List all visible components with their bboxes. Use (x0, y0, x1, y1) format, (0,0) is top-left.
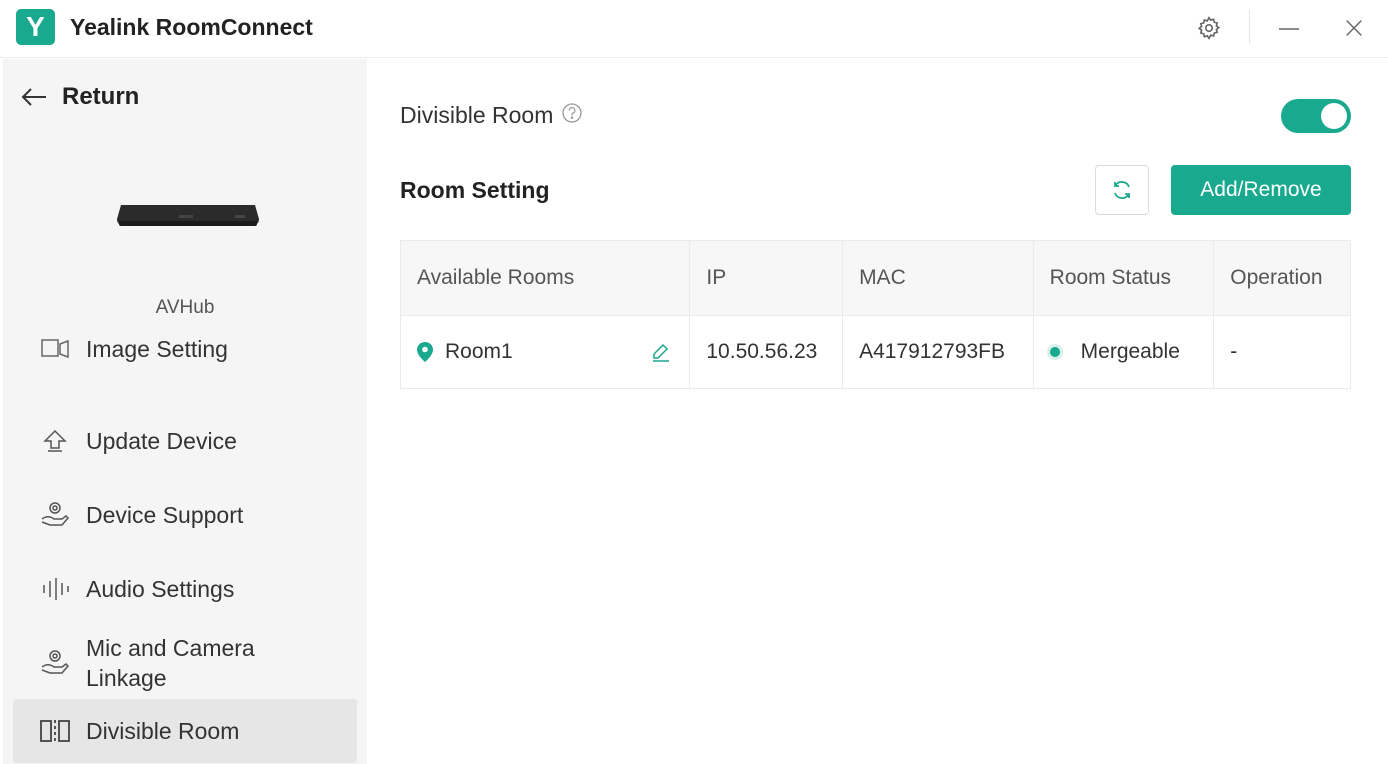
sidebar-item-label: Divisible Room (86, 718, 240, 744)
title-bar-divider (1249, 10, 1250, 44)
sidebar-item-label: Audio Settings (86, 576, 235, 602)
column-header: MAC (843, 241, 1034, 315)
settings-button[interactable] (1192, 12, 1226, 44)
refresh-button[interactable] (1095, 165, 1149, 215)
help-icon[interactable] (561, 102, 583, 129)
minimize-icon (1279, 28, 1299, 30)
location-pin-icon (417, 342, 433, 362)
column-header: Room Status (1034, 241, 1215, 315)
audio-icon (33, 576, 77, 602)
sidebar-item-label: Image Setting (86, 338, 228, 362)
status-dot (1049, 347, 1060, 357)
minimize-button[interactable] (1272, 12, 1306, 44)
toggle-knob (1321, 103, 1347, 129)
operation-cell: - (1230, 340, 1238, 363)
arrow-left-icon (21, 88, 46, 106)
update-icon (33, 428, 77, 454)
gear-icon (1197, 16, 1221, 40)
mac-cell: A417912793FB (843, 316, 1034, 388)
sidebar-item-audio-settings[interactable]: Audio Settings (13, 569, 357, 609)
sidebar-item-mic-camera-linkage[interactable]: Mic and Camera Linkage (13, 631, 357, 695)
sidebar-item-update-device[interactable]: Update Device (13, 421, 357, 461)
status-text: Mergeable (1080, 340, 1180, 363)
sidebar-item-divisible-room[interactable]: Divisible Room (13, 699, 357, 763)
close-icon (1346, 20, 1362, 36)
status-cell: Mergeable (1034, 316, 1215, 388)
sidebar-item-label: Device Support (86, 502, 244, 528)
ip-cell: 10.50.56.23 (690, 316, 844, 388)
room-setting-title: Room Setting (400, 177, 550, 203)
table-header: Available Rooms IP MAC Room Status Opera… (401, 241, 1350, 315)
column-header: Operation (1230, 266, 1323, 289)
return-button[interactable]: Return (20, 83, 139, 111)
device-image (117, 205, 259, 226)
sidebar-item-label: Update Device (86, 428, 237, 454)
divisible-room-label: Divisible Room (400, 102, 554, 128)
divisible-room-icon (33, 717, 77, 745)
support-icon (33, 501, 77, 529)
rooms-table: Available Rooms IP MAC Room Status Opera… (400, 240, 1351, 389)
room-name: Room1 (445, 340, 513, 363)
refresh-icon (1114, 181, 1130, 199)
app-logo: Y (16, 9, 55, 45)
app-title: Yealink RoomConnect (70, 14, 313, 40)
return-label: Return (62, 83, 140, 110)
add-remove-button[interactable]: Add/Remove (1171, 165, 1351, 215)
sidebar-item-image-setting-clip: Image Setting (3, 338, 367, 380)
column-header: IP (690, 241, 844, 315)
image-setting-icon (33, 338, 77, 360)
column-header: Available Rooms (401, 241, 691, 315)
device-name: AVHub (155, 297, 215, 318)
edit-icon[interactable] (651, 342, 671, 362)
title-bar: Y Yealink RoomConnect (0, 0, 1388, 58)
mic-camera-icon (33, 649, 77, 677)
divisible-room-toggle[interactable] (1281, 99, 1351, 133)
divisible-room-row: Divisible Room (400, 102, 583, 129)
sidebar-item-device-support[interactable]: Device Support (13, 495, 357, 535)
sidebar-item-image-setting[interactable]: Image Setting (13, 338, 357, 369)
table-row: Room1 10.50.56.23 A417912793FB Mergeable… (401, 315, 1350, 388)
main-content: Divisible Room Room Setting Add/Remove A… (367, 59, 1388, 764)
room-cell: Room1 (401, 316, 691, 388)
close-button[interactable] (1337, 12, 1371, 44)
sidebar: Return AVHub Image Setting Update Device… (0, 59, 367, 764)
sidebar-item-label: Mic and Camera Linkage (86, 635, 255, 691)
